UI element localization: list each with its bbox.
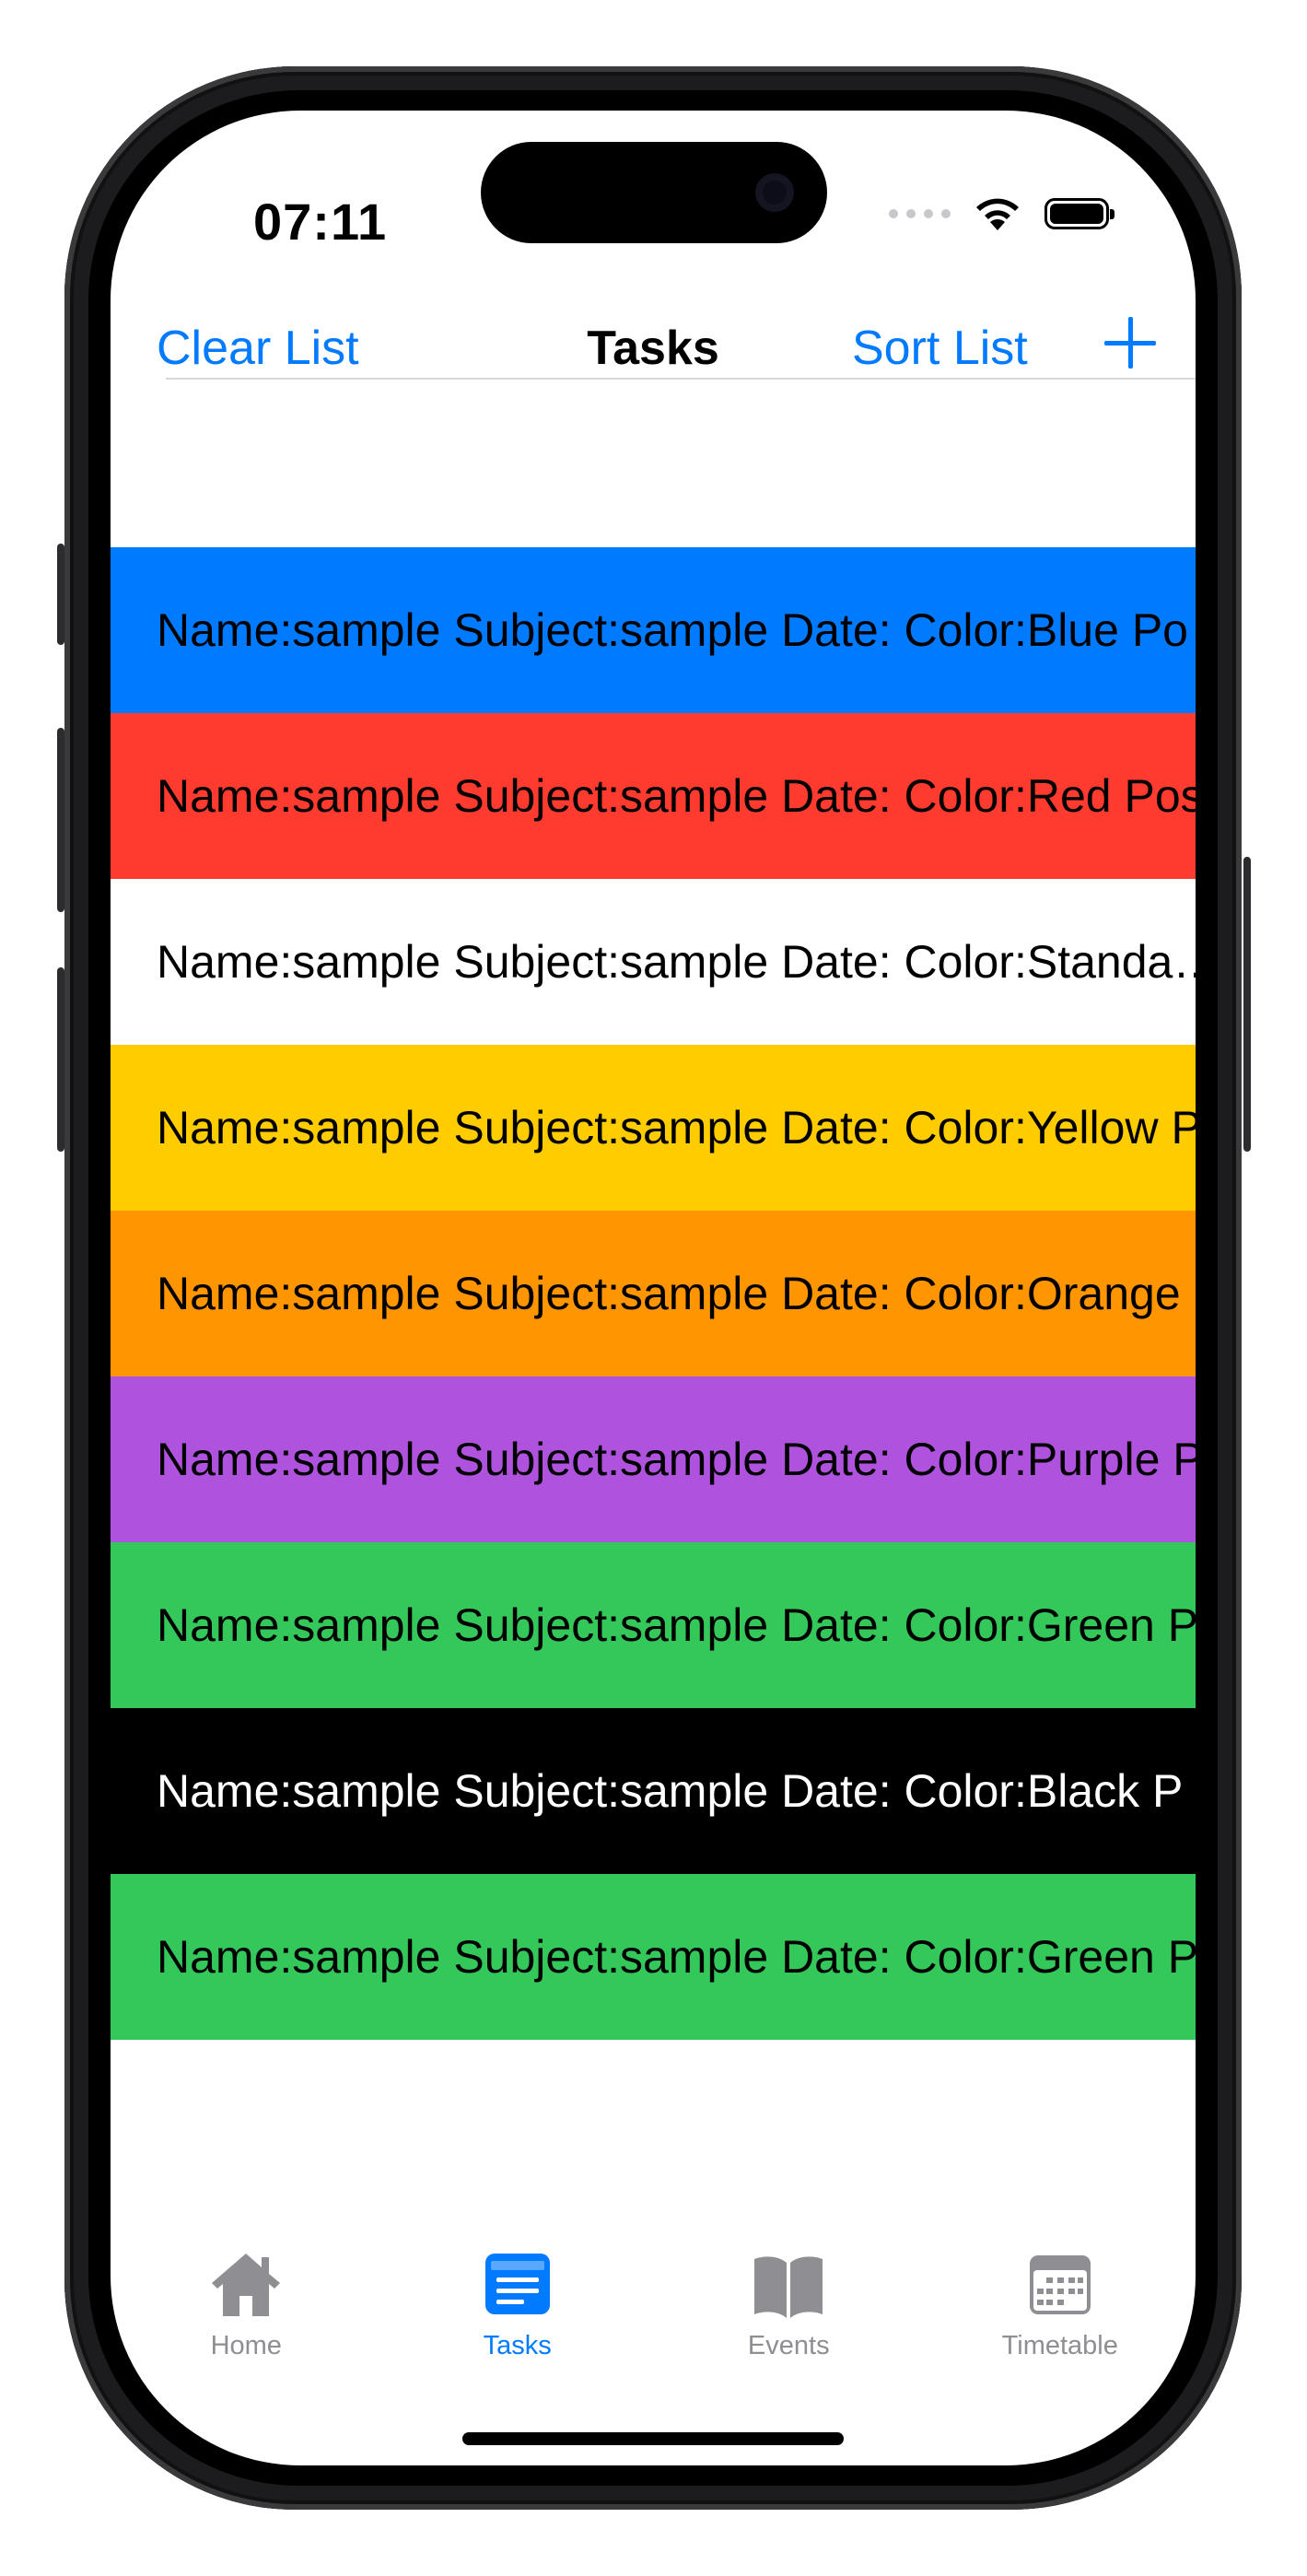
- status-icons: [889, 195, 1114, 232]
- task-row[interactable]: Name:sample Subject:sample Date: Color:O…: [111, 1211, 1196, 1376]
- task-row-text: Name:sample Subject:sample Date: Color:B…: [157, 604, 1188, 656]
- task-row[interactable]: Name:sample Subject:sample Date: Color:G…: [111, 1874, 1196, 2040]
- divider: [166, 378, 1196, 380]
- volume-down-button: [57, 967, 64, 1152]
- task-row-text: Name:sample Subject:sample Date: Color:B…: [157, 1765, 1184, 1817]
- task-row-text: Name:sample Subject:sample Date: Color:S…: [157, 936, 1196, 988]
- tab-events[interactable]: Events: [653, 2248, 925, 2395]
- task-row-text: Name:sample Subject:sample Date: Color:G…: [157, 1931, 1196, 1983]
- wifi-icon: [976, 198, 1019, 230]
- home-indicator[interactable]: [462, 2432, 844, 2445]
- navigation-bar: Clear List Tasks Sort List: [111, 295, 1196, 398]
- list-icon: [484, 2254, 550, 2314]
- cellular-signal-icon: [889, 209, 951, 218]
- dynamic-island: [481, 142, 827, 243]
- tab-home[interactable]: Home: [111, 2248, 382, 2395]
- sort-list-button[interactable]: Sort List: [852, 321, 1028, 376]
- tab-label: Events: [747, 2331, 830, 2360]
- tab-tasks[interactable]: Tasks: [382, 2248, 654, 2395]
- status-time: 07:11: [253, 193, 388, 251]
- tab-label: Tasks: [483, 2331, 552, 2360]
- task-row-text: Name:sample Subject:sample Date: Color:O…: [157, 1268, 1181, 1319]
- book-icon: [754, 2256, 823, 2318]
- task-row-text: Name:sample Subject:sample Date: Color:G…: [157, 1599, 1196, 1651]
- volume-up-button: [57, 728, 64, 912]
- task-row[interactable]: Name:sample Subject:sample Date: Color:P…: [111, 1376, 1196, 1542]
- tab-timetable[interactable]: Timetable: [925, 2248, 1196, 2395]
- task-row[interactable]: Name:sample Subject:sample Date: Color:Y…: [111, 1045, 1196, 1211]
- task-row-text: Name:sample Subject:sample Date: Color:Y…: [157, 1102, 1196, 1153]
- power-button: [1243, 857, 1251, 1152]
- plus-icon[interactable]: [1098, 311, 1162, 376]
- action-button: [57, 544, 64, 645]
- page-title: Tasks: [587, 322, 719, 375]
- calendar-icon: [1029, 2255, 1091, 2314]
- task-row-text: Name:sample Subject:sample Date: Color:R…: [157, 770, 1196, 822]
- tab-label: Timetable: [1001, 2331, 1118, 2360]
- screen: 07:11 Clear List Tasks Sort List Name:sa…: [111, 111, 1196, 2465]
- task-row[interactable]: Name:sample Subject:sample Date: Color:R…: [111, 713, 1196, 879]
- house-icon: [212, 2254, 281, 2316]
- task-row[interactable]: Name:sample Subject:sample Date: Color:B…: [111, 547, 1196, 713]
- battery-icon: [1044, 198, 1114, 229]
- task-row-text: Name:sample Subject:sample Date: Color:P…: [157, 1434, 1196, 1485]
- task-list: Name:sample Subject:sample Date: Color:B…: [111, 547, 1196, 2040]
- task-row[interactable]: Name:sample Subject:sample Date: Color:G…: [111, 1542, 1196, 1708]
- task-row[interactable]: Name:sample Subject:sample Date: Color:S…: [111, 879, 1196, 1045]
- tab-label: Home: [210, 2331, 282, 2360]
- task-row[interactable]: Name:sample Subject:sample Date: Color:B…: [111, 1708, 1196, 1874]
- tab-bar: Home Tasks Events Timetable: [111, 2248, 1196, 2395]
- camera-icon: [755, 173, 794, 212]
